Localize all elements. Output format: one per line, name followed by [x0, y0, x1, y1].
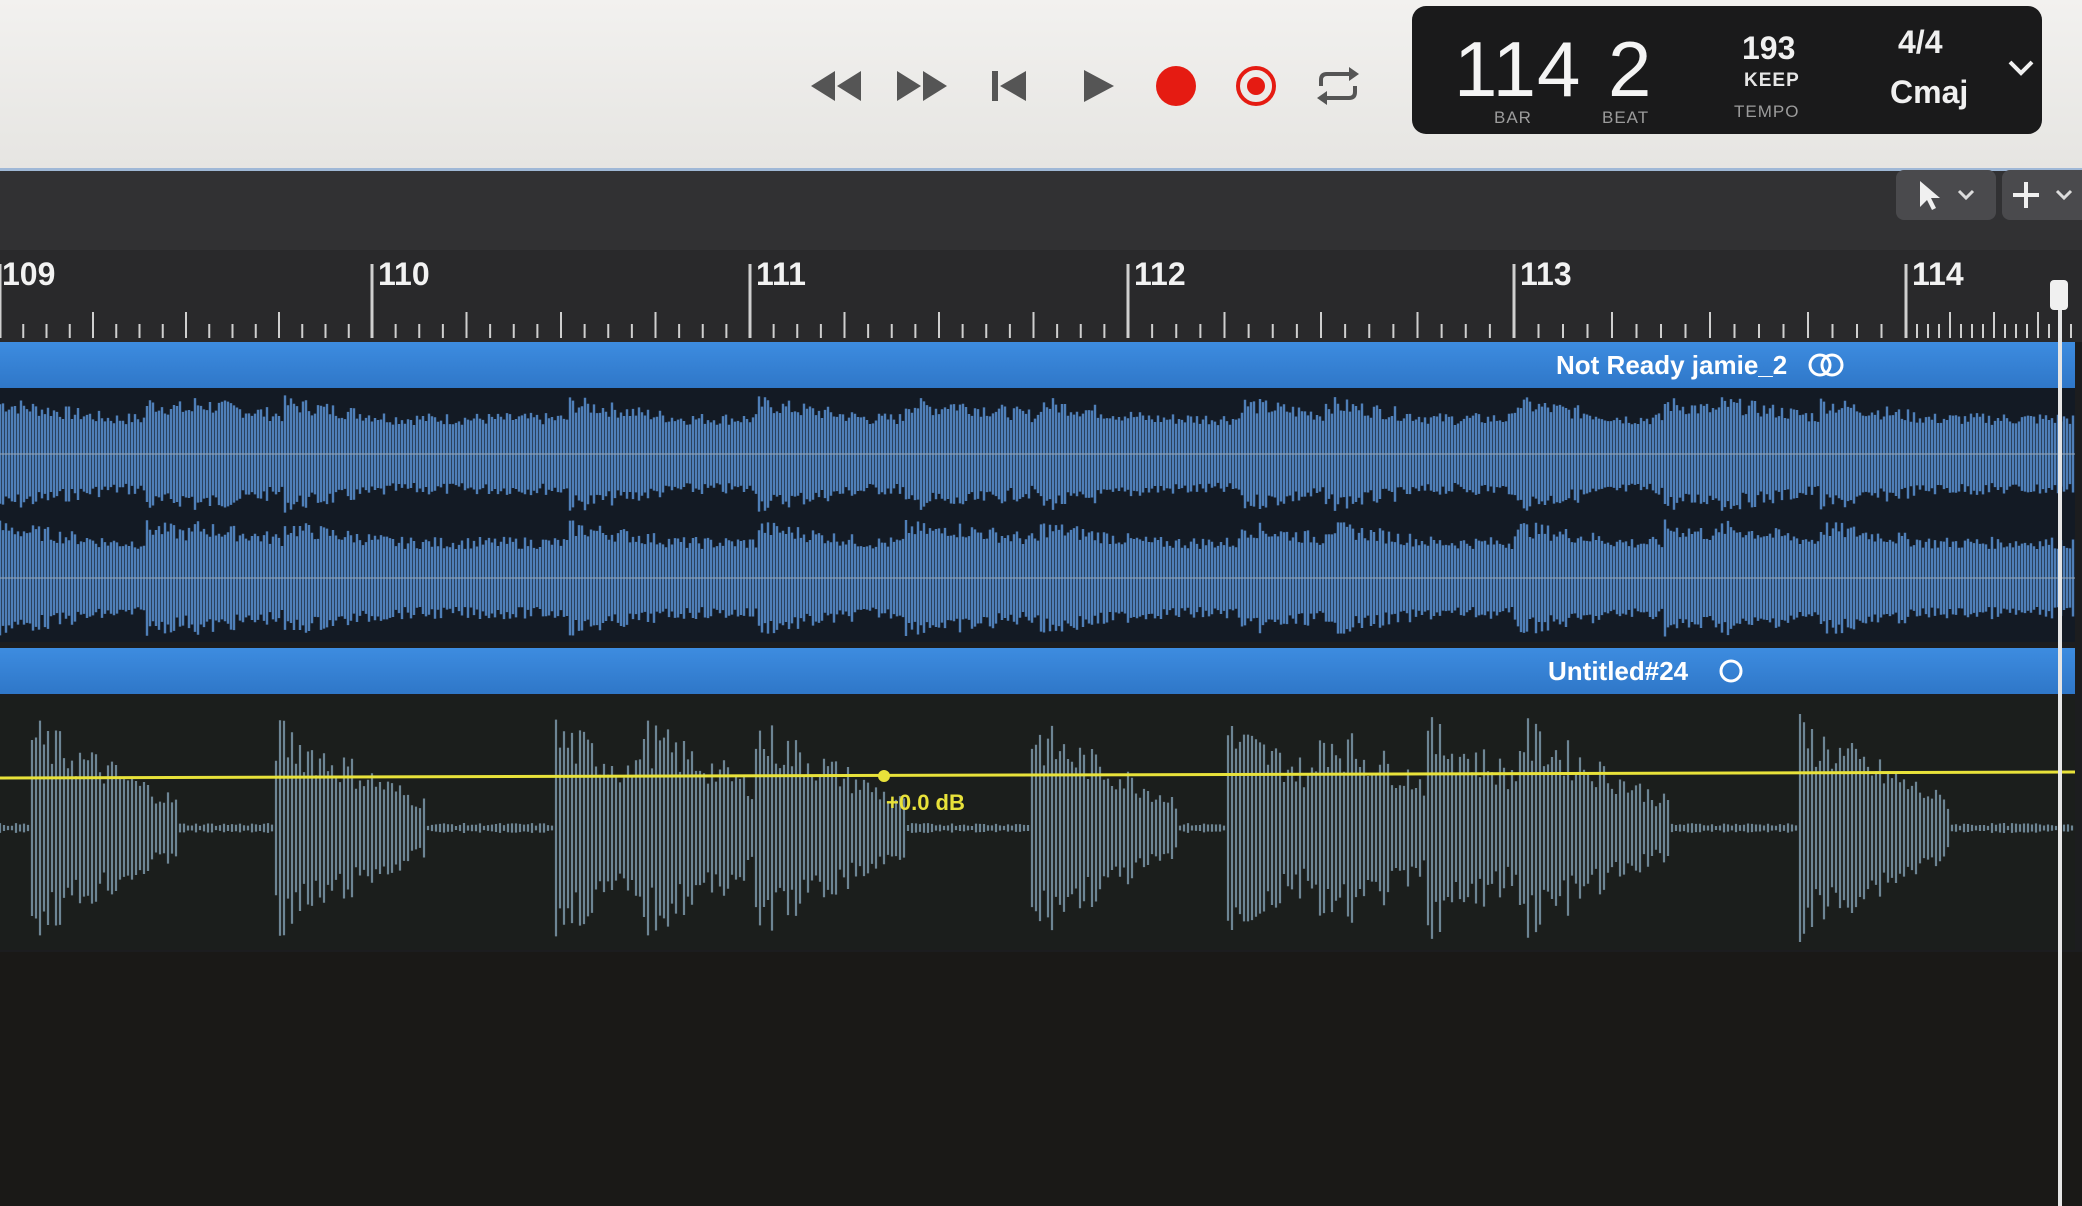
- volume-automation-label: +0.0 dB: [886, 790, 965, 815]
- play-button[interactable]: [1068, 58, 1128, 114]
- cycle-button[interactable]: [1310, 58, 1366, 114]
- chevron-down-icon[interactable]: [2006, 58, 2036, 78]
- record-button[interactable]: [1148, 58, 1204, 114]
- chevron-down-icon: [1957, 189, 1975, 201]
- tempo-value: 193: [1742, 30, 1796, 66]
- stereo-waveform: [0, 395, 2075, 637]
- region-waveform-not-ready-jamie[interactable]: [0, 388, 2075, 642]
- mono-icon: [1719, 659, 1743, 683]
- region-header-not-ready-jamie[interactable]: Not Ready jamie_2: [0, 342, 2075, 388]
- automation-point: [878, 770, 890, 782]
- capture-recording-button[interactable]: [1228, 58, 1284, 114]
- capture-recording-icon: [1236, 66, 1276, 106]
- region-header-untitled-24[interactable]: Untitled#24: [0, 648, 2075, 694]
- lcd-display[interactable]: 114 BAR 2 BEAT 193 KEEP TEMPO 4/4 Cmaj: [1412, 6, 2042, 134]
- bar-number-109: 109: [2, 256, 56, 292]
- pointer-tool-menu[interactable]: [1896, 170, 1996, 220]
- tracks-header: [0, 171, 2082, 251]
- playhead[interactable]: [2058, 282, 2062, 1206]
- mono-waveform: [0, 713, 2076, 943]
- bar-value: 114: [1454, 25, 1582, 113]
- control-bar: 114 BAR 2 BEAT 193 KEEP TEMPO 4/4 Cmaj: [0, 0, 2082, 171]
- chevron-down-icon: [2055, 189, 2073, 201]
- record-icon: [1156, 66, 1196, 106]
- play-icon: [1084, 70, 1114, 102]
- rewind-button[interactable]: [800, 58, 870, 114]
- cycle-icon: [1317, 67, 1359, 105]
- region-name: Not Ready jamie_2: [1556, 350, 1788, 380]
- bar-number-110: 110: [378, 256, 430, 292]
- tempo-mode: KEEP: [1744, 70, 1800, 91]
- fast-forward-button[interactable]: [888, 58, 958, 114]
- bar-number-111: 111: [756, 256, 806, 292]
- region-name: Untitled#24: [1548, 656, 1689, 686]
- bar-number-113: 113: [1520, 256, 1572, 292]
- stereo-icon: [1808, 353, 1844, 377]
- go-to-beginning-icon: [992, 71, 1026, 101]
- playhead-handle[interactable]: [2050, 280, 2068, 310]
- region-waveform-untitled-24[interactable]: [0, 696, 2076, 950]
- pointer-icon: [1920, 181, 1940, 210]
- bar-ruler[interactable]: 109 110 111 112 113 114: [0, 250, 2082, 342]
- bar-number-112: 112: [1134, 256, 1186, 292]
- bar-label: BAR: [1494, 108, 1532, 127]
- crosshair-icon: [2013, 182, 2039, 208]
- ruler-ticks: [0, 264, 2072, 338]
- beat-label: BEAT: [1602, 108, 1650, 127]
- empty-track-area[interactable]: [0, 952, 2082, 1206]
- rewind-icon: [811, 71, 861, 101]
- beat-value: 2: [1608, 25, 1653, 113]
- go-to-beginning-button[interactable]: [978, 58, 1038, 114]
- secondary-tool-menu[interactable]: [2002, 170, 2082, 220]
- fast-forward-icon: [897, 71, 947, 101]
- key-signature: Cmaj: [1890, 74, 1969, 110]
- bar-number-114: 114: [1912, 256, 1964, 292]
- time-signature: 4/4: [1898, 24, 1943, 60]
- tempo-label: TEMPO: [1734, 102, 1800, 121]
